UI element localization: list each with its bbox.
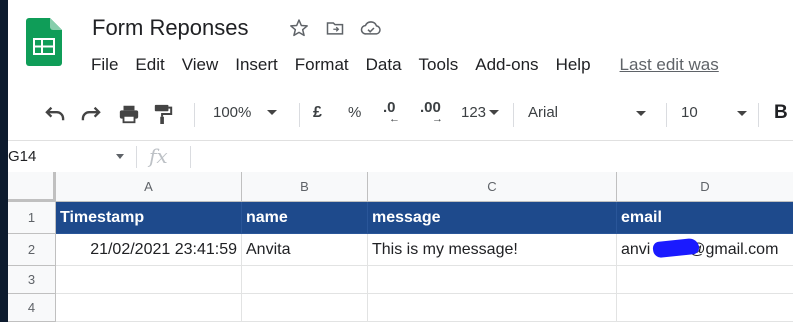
cell-a1[interactable]: Timestamp bbox=[56, 202, 242, 234]
increase-decimal-button[interactable]: .00 → bbox=[420, 99, 443, 125]
menu-data[interactable]: Data bbox=[366, 55, 402, 75]
move-to-folder-icon[interactable] bbox=[324, 17, 346, 39]
cell-c2[interactable]: This is my message! bbox=[368, 234, 617, 266]
sheets-logo-icon[interactable] bbox=[26, 18, 62, 66]
cell-d4[interactable] bbox=[617, 294, 793, 322]
print-icon[interactable] bbox=[118, 103, 140, 125]
decrease-decimal-button[interactable]: .0 ← bbox=[383, 99, 400, 125]
toolbar: 100% £ % .0 ← .00 → 123 Arial 10 B bbox=[8, 93, 793, 135]
last-edit-link[interactable]: Last edit was bbox=[620, 55, 719, 75]
star-icon[interactable] bbox=[288, 17, 310, 39]
column-header-c[interactable]: C bbox=[368, 172, 617, 202]
cell-d1[interactable]: email bbox=[617, 202, 793, 234]
column-header-d[interactable]: D bbox=[617, 172, 793, 202]
menu-edit[interactable]: Edit bbox=[135, 55, 164, 75]
menu-bar: File Edit View Insert Format Data Tools … bbox=[91, 55, 736, 75]
cell-b1[interactable]: name bbox=[242, 202, 368, 234]
font-value: Arial bbox=[528, 104, 559, 121]
document-title[interactable]: Form Reponses bbox=[92, 15, 249, 41]
menu-view[interactable]: View bbox=[182, 55, 219, 75]
name-box[interactable]: G14 bbox=[8, 148, 36, 165]
cell-c4[interactable] bbox=[368, 294, 617, 322]
cell-b2[interactable]: Anvita bbox=[242, 234, 368, 266]
select-all-corner[interactable] bbox=[8, 172, 56, 202]
cell-a2[interactable]: 21/02/2021 23:41:59 bbox=[56, 234, 242, 266]
email-start: anvi bbox=[621, 241, 651, 258]
currency-button[interactable]: £ bbox=[313, 104, 322, 122]
menu-add-ons[interactable]: Add-ons bbox=[475, 55, 538, 75]
cloud-status-icon[interactable] bbox=[360, 17, 382, 39]
menu-file[interactable]: File bbox=[91, 55, 118, 75]
font-size-select[interactable]: 10 bbox=[681, 104, 747, 121]
zoom-select[interactable]: 100% bbox=[213, 104, 278, 121]
row-header-1[interactable]: 1 bbox=[8, 202, 56, 234]
cell-a4[interactable] bbox=[56, 294, 242, 322]
fx-icon: fx bbox=[149, 144, 168, 168]
menu-tools[interactable]: Tools bbox=[419, 55, 459, 75]
paint-format-icon[interactable] bbox=[153, 103, 173, 125]
chevron-down-icon bbox=[737, 111, 747, 116]
font-size-value: 10 bbox=[681, 104, 698, 121]
cell-d3[interactable] bbox=[617, 266, 793, 294]
column-header-a[interactable]: A bbox=[56, 172, 242, 202]
chevron-down-icon bbox=[267, 110, 278, 115]
menu-help[interactable]: Help bbox=[556, 55, 591, 75]
column-header-b[interactable]: B bbox=[242, 172, 368, 202]
row-header-4[interactable]: 4 bbox=[8, 294, 56, 322]
chevron-down-icon bbox=[636, 111, 646, 116]
row-header-3[interactable]: 3 bbox=[8, 266, 56, 294]
font-select[interactable]: Arial bbox=[528, 104, 646, 121]
formula-bar: G14 fx bbox=[8, 140, 793, 173]
cell-c1[interactable]: message bbox=[368, 202, 617, 234]
arrow-left-icon: ← bbox=[389, 113, 400, 125]
zoom-value: 100% bbox=[213, 104, 252, 121]
row-header-2[interactable]: 2 bbox=[8, 234, 56, 266]
more-formats-button[interactable]: 123 bbox=[461, 104, 500, 121]
cell-a3[interactable] bbox=[56, 266, 242, 294]
bold-button[interactable]: B bbox=[774, 102, 788, 124]
menu-format[interactable]: Format bbox=[295, 55, 349, 75]
cell-b3[interactable] bbox=[242, 266, 368, 294]
menu-insert[interactable]: Insert bbox=[235, 55, 278, 75]
chevron-down-icon bbox=[489, 110, 500, 115]
sheets-window: Form Reponses File Edit View Insert Form… bbox=[8, 0, 793, 322]
redo-icon[interactable] bbox=[80, 105, 102, 123]
cell-c3[interactable] bbox=[368, 266, 617, 294]
cell-d2[interactable]: anvi a@gmail.com bbox=[617, 234, 793, 266]
chevron-down-icon[interactable] bbox=[116, 154, 124, 159]
percent-button[interactable]: % bbox=[348, 104, 361, 121]
arrow-right-icon: → bbox=[432, 113, 443, 125]
undo-icon[interactable] bbox=[44, 105, 66, 123]
cell-b4[interactable] bbox=[242, 294, 368, 322]
